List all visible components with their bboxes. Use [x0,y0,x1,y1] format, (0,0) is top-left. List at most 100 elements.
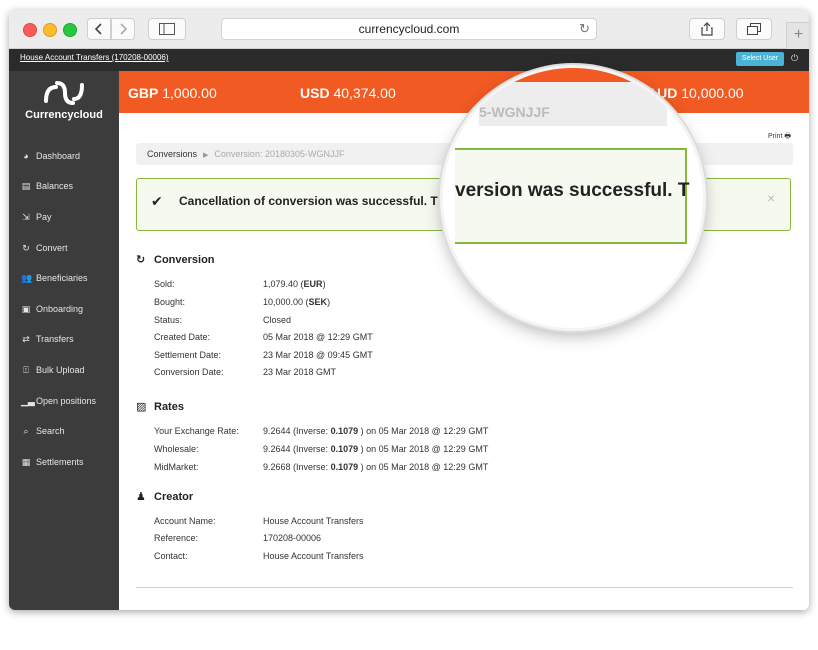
sidebar-item-convert[interactable]: ↻ Convert [9,238,119,258]
section-title: Rates [154,400,184,413]
sidebar-item-label: Dashboard [36,151,81,161]
sold-amount: 1,079.40 [263,279,299,289]
close-window-button[interactable] [23,23,37,37]
balance-usd[interactable]: USD 40,374.00 [300,85,396,101]
sidebar-item-label: Settlements [36,457,84,467]
conversion-heading: ↻ Conversion [136,253,215,267]
currency-amount: 10,000.00 [681,85,744,101]
inverse-value: 0.1079 [330,462,359,472]
sidebar-item-label: Transfers [36,334,74,344]
reference-row: Reference: 170208-00006 [154,533,321,543]
forward-button[interactable] [111,18,135,40]
rates-heading: ▨ Rates [136,400,184,414]
field-label: Settlement Date: [154,350,222,360]
sidebar-item-label: Onboarding [36,304,84,314]
magnified-reference: 5-WGNJJF [479,82,667,126]
rate-value: 9.2644 [263,426,291,436]
breadcrumb-current: Conversion: 20180305-WGNJJF [214,149,345,159]
sidebar-item-label: Beneficiaries [36,273,88,283]
dashboard-icon: ◕ [23,151,29,161]
sidebar-item-label: Bulk Upload [36,365,85,375]
search-icon: ⌕ [23,425,29,436]
bought-amount: 10,000.00 [263,297,304,307]
field-label: Sold: [154,279,175,289]
status-row: Status: Closed [154,315,291,325]
bought-row: Bought: 10,000.00 (SEK) [154,297,331,307]
sidebar-item-open-positions[interactable]: ▁▃ Open positions [9,391,119,411]
back-button[interactable] [87,18,111,40]
currency-amount: 1,000.00 [162,85,217,101]
sidebar-item-beneficiaries[interactable]: 👥 Beneficiaries [9,268,119,288]
sidebar-item-search[interactable]: ⌕ Search [9,421,119,441]
created-date-row: Created Date: 05 Mar 2018 @ 12:29 GMT [154,332,373,342]
inverse-prefix: (Inverse: [293,444,331,454]
new-tab-button[interactable]: + [786,22,809,49]
sidebar-item-settlements[interactable]: ▦ Settlements [9,452,119,472]
alert-message: Cancellation of conversion was successfu… [179,194,452,208]
rate-date: 05 Mar 2018 @ 12:29 GMT [378,444,489,454]
minimize-window-button[interactable] [43,23,57,37]
share-button[interactable] [689,18,725,40]
reference-value: 170208-00006 [263,533,322,543]
sidebar-item-transfers[interactable]: ⇄ Transfers [9,329,119,349]
balances-icon: ▤ [21,180,31,191]
chevron-right-icon [120,23,127,35]
tabs-button[interactable] [736,18,772,40]
settlement-value: 23 Mar 2018 @ 09:45 GMT [263,350,373,360]
sidebar-item-label: Open positions [36,396,97,406]
sold-currency: EUR [303,279,323,289]
brand-name: Currencycloud [25,109,103,121]
section-title: Creator [154,490,194,503]
field-label: Bought: [154,297,186,307]
account-link[interactable]: House Account Transfers (170208-00006) [20,53,169,62]
on-text: ) on [360,462,379,472]
rate-date: 05 Mar 2018 @ 12:29 GMT [378,462,489,472]
beneficiaries-icon: 👥 [21,272,33,283]
reload-icon[interactable]: ↻ [579,19,590,39]
conversion-date-value: 23 Mar 2018 GMT [263,367,337,377]
select-user-button[interactable]: Select User [736,52,784,66]
breadcrumb-conversions[interactable]: Conversions [147,149,197,159]
sidebar-item-label: Convert [36,243,68,253]
sidebar-toggle-button[interactable] [148,18,186,40]
sidebar-item-pay[interactable]: ⇲ Pay [9,207,119,227]
rate-value: 9.2644 [263,444,291,454]
zoom-window-button[interactable] [63,23,77,37]
on-text: ) on [360,444,379,454]
logo[interactable]: Currencycloud [9,71,119,131]
sidebar-item-label: Search [36,426,65,436]
field-label: Conversion Date: [154,367,224,377]
conversion-date-row: Conversion Date: 23 Mar 2018 GMT [154,367,336,377]
creator-heading: ♟ Creator [136,490,194,504]
url-text: currencycloud.com [358,22,460,36]
field-label: MidMarket: [154,462,199,472]
print-link[interactable]: Print 🖶 [768,132,791,143]
balance-gbp[interactable]: GBP 1,000.00 [128,85,217,101]
field-label: Contact: [154,551,188,561]
contact-value: House Account Transfers [263,551,364,561]
field-label: Reference: [154,533,199,543]
rate-row: MidMarket: 9.2668 (Inverse: 0.1079 ) on 0… [154,462,488,472]
sidebar-item-balances[interactable]: ▤ Balances [9,176,119,196]
print-label: Print [768,133,783,140]
magnified-balances-bar: EU [443,68,703,87]
sidebar-item-onboarding[interactable]: ▣ Onboarding [9,299,119,319]
sidebar-item-dashboard[interactable]: ◕ Dashboard [9,146,119,166]
person-icon: ♟ [136,491,146,503]
transfers-icon: ⇄ [22,333,30,344]
account-value: House Account Transfers [263,516,364,526]
onboarding-icon: ▣ [21,303,31,314]
field-label: Account Name: [154,516,216,526]
close-icon[interactable]: × [767,190,775,206]
account-name-row: Account Name: House Account Transfers [154,516,364,526]
field-label: Your Exchange Rate: [154,426,239,436]
browser-titlebar: currencycloud.com ↻ + [9,10,809,49]
currency-amount: 40,374.00 [333,85,396,101]
sidebar-item-label: Balances [36,181,74,191]
power-icon[interactable]: ⏻ [791,53,798,64]
rate-value: 9.2668 [263,462,291,472]
magnifier-overlay: EU 5-WGNJJF version was successful. T [443,68,703,328]
sold-row: Sold: 1,079.40 (EUR) [154,279,326,289]
address-bar[interactable]: currencycloud.com ↻ [221,18,597,40]
sidebar-item-bulk-upload[interactable]: ⍐ Bulk Upload [9,360,119,380]
